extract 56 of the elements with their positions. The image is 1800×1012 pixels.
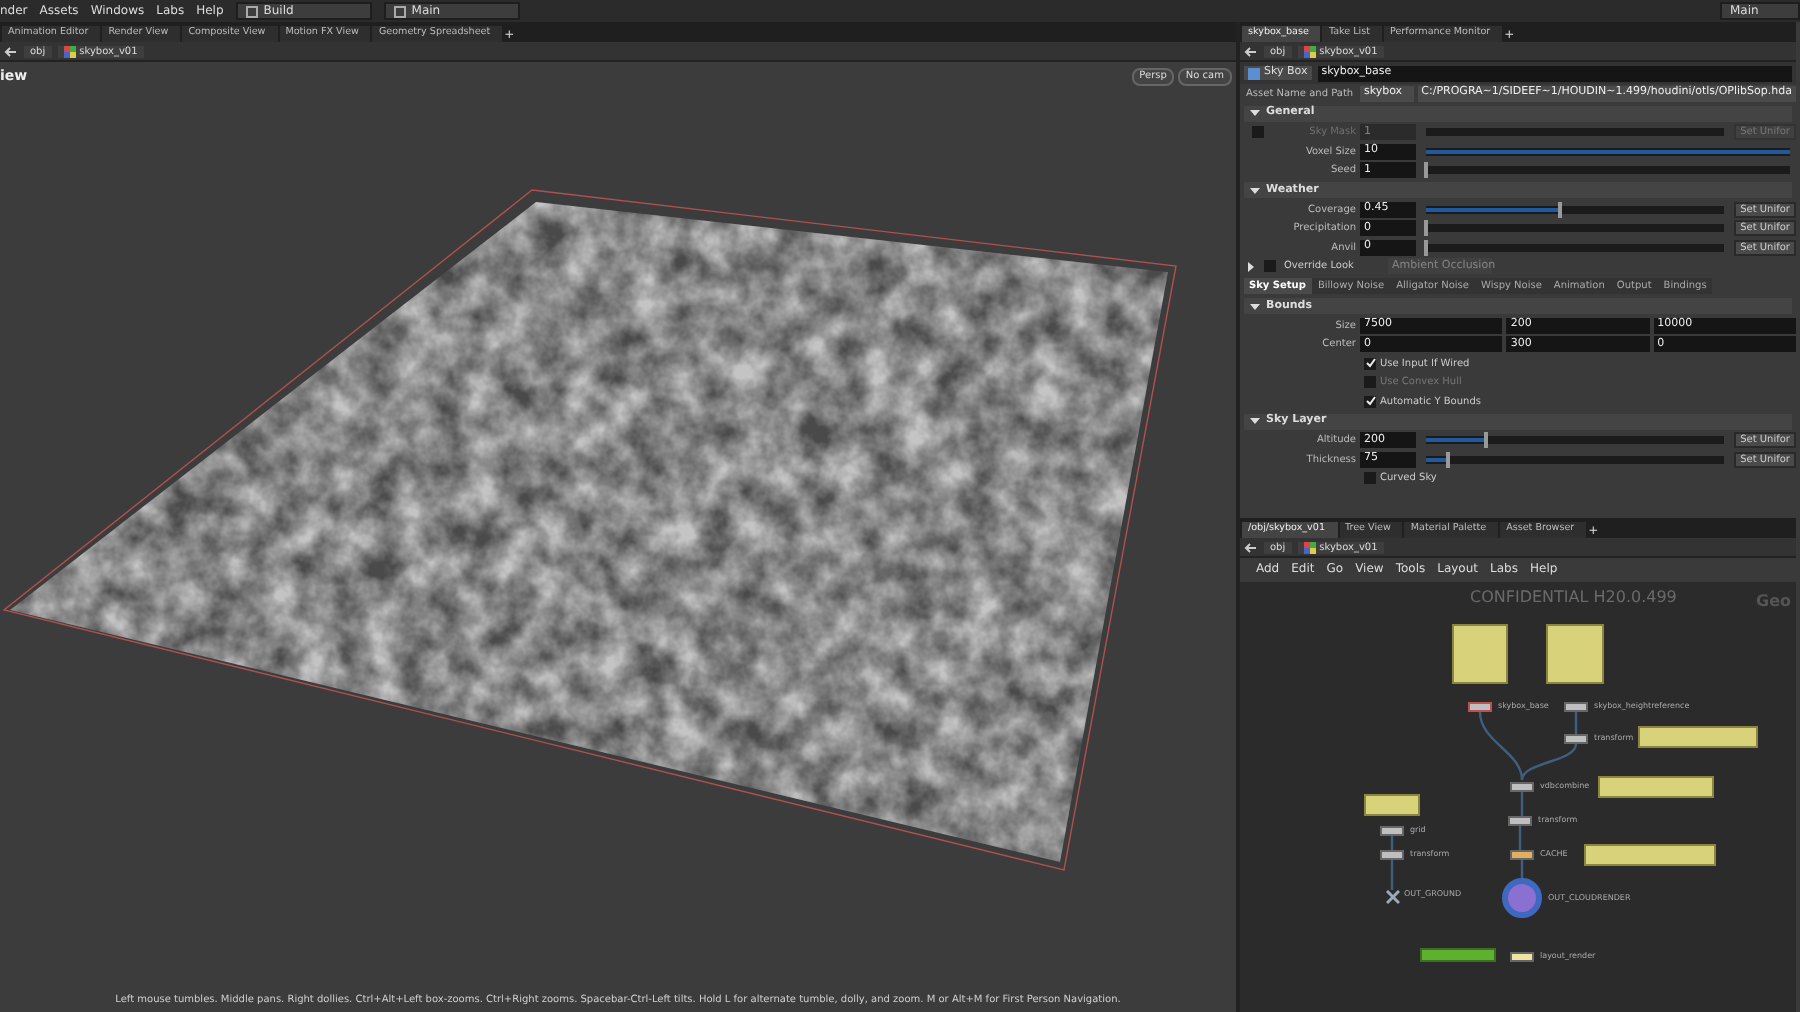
sticky-note[interactable] — [1598, 776, 1714, 798]
wire — [1520, 792, 1524, 816]
wire — [1518, 826, 1522, 850]
sticky-note[interactable] — [1420, 948, 1496, 962]
node[interactable] — [1468, 702, 1492, 712]
slider-track[interactable] — [1426, 224, 1725, 233]
node[interactable] — [1510, 952, 1534, 962]
output-node[interactable] — [1502, 878, 1542, 918]
network-icon — [1303, 541, 1316, 553]
desktop-icon — [245, 5, 258, 17]
sticky-note[interactable] — [1638, 726, 1758, 748]
back-arrow-icon[interactable] — [1244, 541, 1258, 553]
collapse-arrow-icon[interactable] — [1250, 108, 1260, 118]
checkbox[interactable] — [1264, 260, 1276, 273]
slider-handle[interactable] — [1424, 162, 1428, 179]
desktop-icon — [393, 5, 406, 17]
slider-track[interactable] — [1426, 166, 1790, 175]
checkmark-icon — [1365, 396, 1375, 407]
sticky-note[interactable] — [1546, 624, 1604, 684]
collapse-arrow-icon[interactable] — [1250, 301, 1260, 311]
node[interactable] — [1510, 782, 1534, 792]
checkbox[interactable] — [1364, 472, 1376, 485]
slider-handle[interactable] — [1483, 432, 1488, 449]
null-node[interactable] — [1386, 890, 1400, 904]
sticky-note[interactable] — [1364, 794, 1420, 816]
slider-track[interactable] — [1426, 128, 1725, 137]
node[interactable] — [1380, 850, 1404, 860]
slider-track[interactable] — [1426, 243, 1725, 252]
node[interactable] — [1508, 816, 1532, 826]
checkbox[interactable] — [1364, 395, 1376, 408]
node[interactable] — [1510, 850, 1534, 860]
sticky-note[interactable] — [1584, 844, 1716, 866]
sticky-note[interactable] — [1452, 624, 1508, 684]
expand-arrow-icon[interactable] — [1246, 261, 1256, 272]
slider-track[interactable] — [1426, 205, 1725, 214]
checkbox[interactable] — [1364, 357, 1376, 370]
collapse-arrow-icon[interactable] — [1250, 416, 1260, 426]
node[interactable] — [1564, 734, 1588, 744]
node[interactable] — [1564, 702, 1588, 712]
watermark: CONFIDENTIAL H20.0.499 — [1470, 588, 1677, 608]
slider-handle[interactable] — [1424, 239, 1428, 256]
slider-handle[interactable] — [1424, 220, 1428, 237]
node[interactable] — [1380, 826, 1404, 836]
slider-track[interactable] — [1426, 455, 1725, 464]
back-arrow-icon[interactable] — [4, 45, 18, 57]
wire — [1520, 860, 1524, 880]
checkmark-icon — [1365, 358, 1375, 369]
network-icon — [1303, 45, 1316, 57]
wire — [1574, 712, 1578, 734]
back-arrow-icon[interactable] — [1244, 45, 1258, 57]
slider-track[interactable] — [1426, 436, 1725, 445]
wire — [1390, 860, 1394, 890]
slider-handle[interactable] — [1446, 451, 1451, 468]
collapse-arrow-icon[interactable] — [1250, 185, 1260, 195]
slider-handle[interactable] — [1558, 201, 1563, 218]
network-icon — [63, 45, 76, 57]
